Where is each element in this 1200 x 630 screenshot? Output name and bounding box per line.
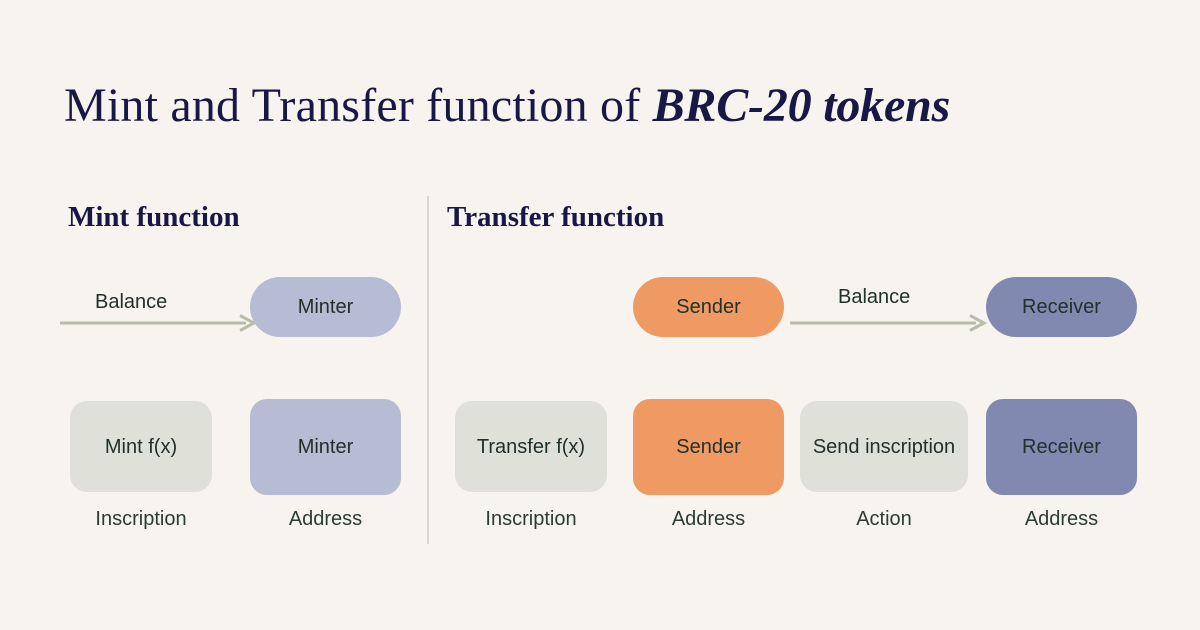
transfer-receiver-address-caption: Address	[1024, 508, 1099, 530]
transfer-inscription-caption: Inscription	[485, 508, 577, 530]
transfer-action-box: Send inscription	[800, 401, 968, 492]
mint-balance-arrow-right-icon	[60, 314, 260, 332]
transfer-sender-pill: Sender	[633, 277, 784, 337]
mint-minter-pill: Minter	[250, 277, 401, 337]
transfer-arrow-label: Balance	[838, 286, 911, 308]
transfer-inscription-box: Transfer f(x)	[455, 401, 607, 492]
transfer-sender-address-caption: Address	[671, 508, 746, 530]
mint-section-heading: Mint function	[68, 201, 240, 233]
transfer-section-heading: Transfer function	[447, 201, 665, 233]
section-divider	[427, 196, 429, 544]
mint-address-box: Minter	[250, 399, 401, 495]
page-title-accent: BRC-20 tokens	[652, 79, 951, 132]
transfer-sender-address-box: Sender	[633, 399, 784, 495]
mint-inscription-caption: Inscription	[95, 508, 187, 530]
transfer-receiver-address-box: Receiver	[986, 399, 1137, 495]
transfer-action-caption: Action	[856, 508, 912, 530]
page-title: Mint and Transfer function of BRC-20 tok…	[64, 78, 950, 133]
infographic-canvas: Mint and Transfer function of BRC-20 tok…	[0, 0, 1200, 630]
transfer-balance-arrow-right-icon	[790, 314, 990, 332]
mint-address-caption: Address	[288, 508, 363, 530]
mint-arrow-label: Balance	[95, 291, 168, 313]
transfer-receiver-pill: Receiver	[986, 277, 1137, 337]
page-title-plain: Mint and Transfer function of	[64, 79, 653, 132]
mint-inscription-box: Mint f(x)	[70, 401, 212, 492]
